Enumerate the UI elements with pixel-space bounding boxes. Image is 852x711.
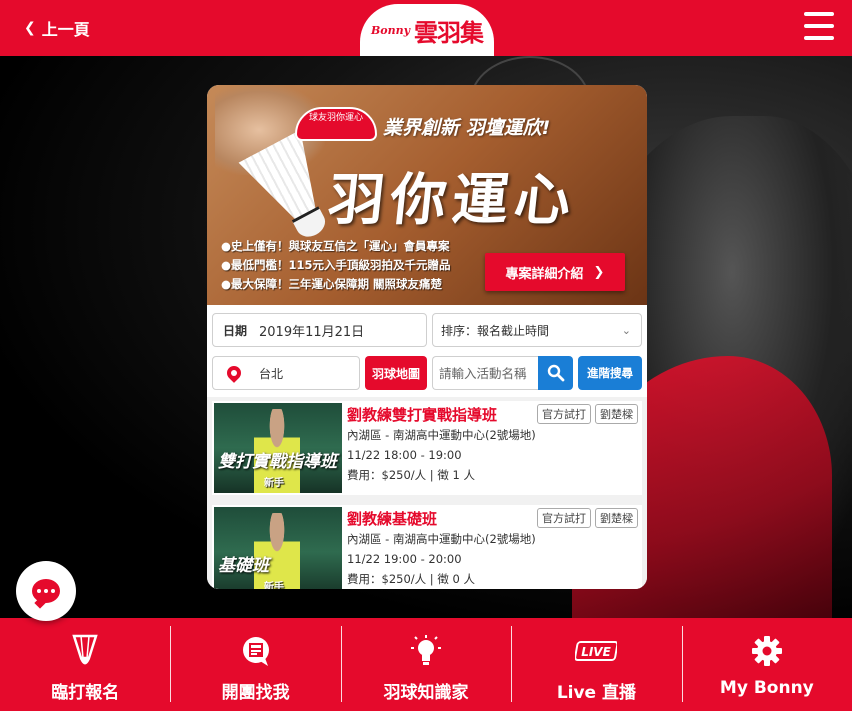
nav-label: Live 直播 bbox=[556, 683, 637, 703]
svg-text:LIVE: LIVE bbox=[582, 645, 612, 659]
event-tags: 官方試打 劉楚樑 bbox=[537, 404, 638, 424]
bonny-logo[interactable]: Bonny 雲羽集 bbox=[360, 4, 494, 56]
event-thumbnail: 基礎班 新手 bbox=[214, 507, 342, 589]
event-panel: 球友羽你運心 業界創新 羽壇運欣! 羽你運心 ●史上僅有！與球友互信之「運心」會… bbox=[207, 85, 647, 589]
thumbnail-title: 雙打實戰指導班 bbox=[218, 452, 337, 472]
event-info: 劉教練基礎班 內湖區 - 南湖高中運動中心(2號場地) 11/22 19:00 … bbox=[342, 505, 642, 589]
search-filters: 日期 2019年11月21日 排序：報名截止時間 ⌄ 台北 羽球地圖 進階搜尋 bbox=[207, 305, 647, 397]
event-location: 內湖區 - 南湖高中運動中心(2號場地) bbox=[347, 428, 536, 442]
promo-bullet: ●史上僅有！與球友互信之「運心」會員專案 bbox=[221, 239, 450, 253]
chat-button[interactable] bbox=[16, 561, 76, 621]
nav-item-knowledge[interactable]: 羽球知識家 bbox=[340, 618, 511, 711]
nav-label: 羽球知識家 bbox=[383, 683, 469, 703]
thumbnail-level: 新手 bbox=[264, 582, 284, 589]
promo-title: 羽你運心 bbox=[325, 167, 580, 233]
bottom-nav: 臨打報名 開團找我 羽球知識家 LIVE Live 直播 My Bonny bbox=[0, 618, 852, 711]
date-label: 日期 bbox=[223, 323, 248, 338]
event-tags: 官方試打 劉楚樑 bbox=[537, 508, 638, 528]
event-time: 11/22 19:00 - 20:00 bbox=[347, 552, 462, 566]
event-fee: 費用：$250/人 | 徵 1 人 bbox=[347, 468, 475, 482]
city-value: 台北 bbox=[259, 366, 284, 381]
logo-main-text: 雲羽集 bbox=[414, 17, 484, 47]
event-tag: 劉楚樑 bbox=[595, 508, 638, 528]
nav-label: My Bonny bbox=[719, 678, 814, 698]
top-header: ❮ 上一頁 Bonny 雲羽集 bbox=[0, 0, 852, 56]
nav-item-group[interactable]: 開團找我 bbox=[170, 618, 340, 711]
event-tag: 官方試打 bbox=[537, 508, 591, 528]
live-icon: LIVE bbox=[575, 634, 618, 668]
nav-item-drop-in[interactable]: 臨打報名 bbox=[0, 618, 170, 711]
nav-label: 臨打報名 bbox=[51, 683, 120, 703]
promo-slogan: 業界創新 羽壇運欣! bbox=[383, 117, 551, 139]
event-thumbnail: 雙打實戰指導班 新手 bbox=[214, 403, 342, 493]
chat-icon bbox=[32, 579, 60, 603]
nav-item-live[interactable]: LIVE Live 直播 bbox=[511, 618, 681, 711]
sort-select[interactable]: 排序：報名截止時間 ⌄ bbox=[432, 313, 642, 347]
chevron-right-icon: ❯ bbox=[593, 264, 605, 280]
event-tag: 劉楚樑 bbox=[595, 404, 638, 424]
promo-details-button[interactable]: 專案詳細介紹 ❯ bbox=[485, 253, 625, 291]
thumbnail-level: 新手 bbox=[264, 478, 284, 489]
nav-label: 開團找我 bbox=[221, 683, 290, 703]
advanced-search-button[interactable]: 進階搜尋 bbox=[578, 356, 642, 390]
event-location: 內湖區 - 南湖高中運動中心(2號場地) bbox=[347, 532, 536, 546]
menu-icon[interactable] bbox=[804, 12, 834, 40]
promo-details-label: 專案詳細介紹 bbox=[505, 266, 584, 282]
event-info: 劉教練雙打實戰指導班 內湖區 - 南湖高中運動中心(2號場地) 11/22 18… bbox=[342, 401, 642, 495]
sort-value: 排序：報名截止時間 bbox=[441, 323, 550, 338]
thumbnail-title: 基礎班 bbox=[218, 556, 269, 576]
chevron-down-icon: ⌄ bbox=[621, 323, 631, 337]
back-label: 上一頁 bbox=[41, 20, 90, 39]
event-fee: 費用：$250/人 | 徵 0 人 bbox=[347, 572, 475, 586]
event-tag: 官方試打 bbox=[537, 404, 591, 424]
badminton-map-button[interactable]: 羽球地圖 bbox=[365, 356, 427, 390]
gear-icon bbox=[751, 634, 783, 668]
event-card[interactable]: 雙打實戰指導班 新手 劉教練雙打實戰指導班 內湖區 - 南湖高中運動中心(2號場… bbox=[212, 401, 642, 495]
date-value: 2019年11月21日 bbox=[259, 324, 365, 340]
event-list[interactable]: 雙打實戰指導班 新手 劉教練雙打實戰指導班 內湖區 - 南湖高中運動中心(2號場… bbox=[207, 397, 647, 589]
promo-bullet: ●最大保障！三年運心保障期 關照球友痛楚 bbox=[221, 277, 443, 291]
nav-item-my-bonny[interactable]: My Bonny bbox=[681, 618, 852, 711]
chevron-left-icon: ❮ bbox=[24, 20, 36, 36]
location-pin-icon bbox=[224, 363, 244, 383]
promo-bullet: ●最低門檻！115元入手頂級羽拍及千元贈品 bbox=[221, 258, 451, 272]
search-box bbox=[432, 356, 573, 390]
city-select[interactable]: 台北 bbox=[212, 356, 360, 390]
date-picker[interactable]: 日期 2019年11月21日 bbox=[212, 313, 427, 347]
logo-brand-text: Bonny bbox=[370, 23, 411, 37]
search-icon bbox=[547, 364, 564, 382]
search-button[interactable] bbox=[538, 356, 573, 390]
back-button[interactable]: ❮ 上一頁 bbox=[24, 16, 90, 40]
promo-bullets: ●史上僅有！與球友互信之「運心」會員專案 ●最低門檻！115元入手頂級羽拍及千元… bbox=[221, 237, 451, 294]
shuttlecock-icon bbox=[70, 634, 100, 668]
lightbulb-icon bbox=[410, 634, 442, 668]
search-input[interactable] bbox=[432, 356, 538, 390]
event-time: 11/22 18:00 - 19:00 bbox=[347, 448, 462, 462]
event-card[interactable]: 基礎班 新手 劉教練基礎班 內湖區 - 南湖高中運動中心(2號場地) 11/22… bbox=[212, 505, 642, 589]
promo-banner[interactable]: 球友羽你運心 業界創新 羽壇運欣! 羽你運心 ●史上僅有！與球友互信之「運心」會… bbox=[207, 85, 647, 305]
chat-board-icon bbox=[240, 634, 272, 668]
promo-badge: 球友羽你運心 bbox=[295, 107, 377, 141]
